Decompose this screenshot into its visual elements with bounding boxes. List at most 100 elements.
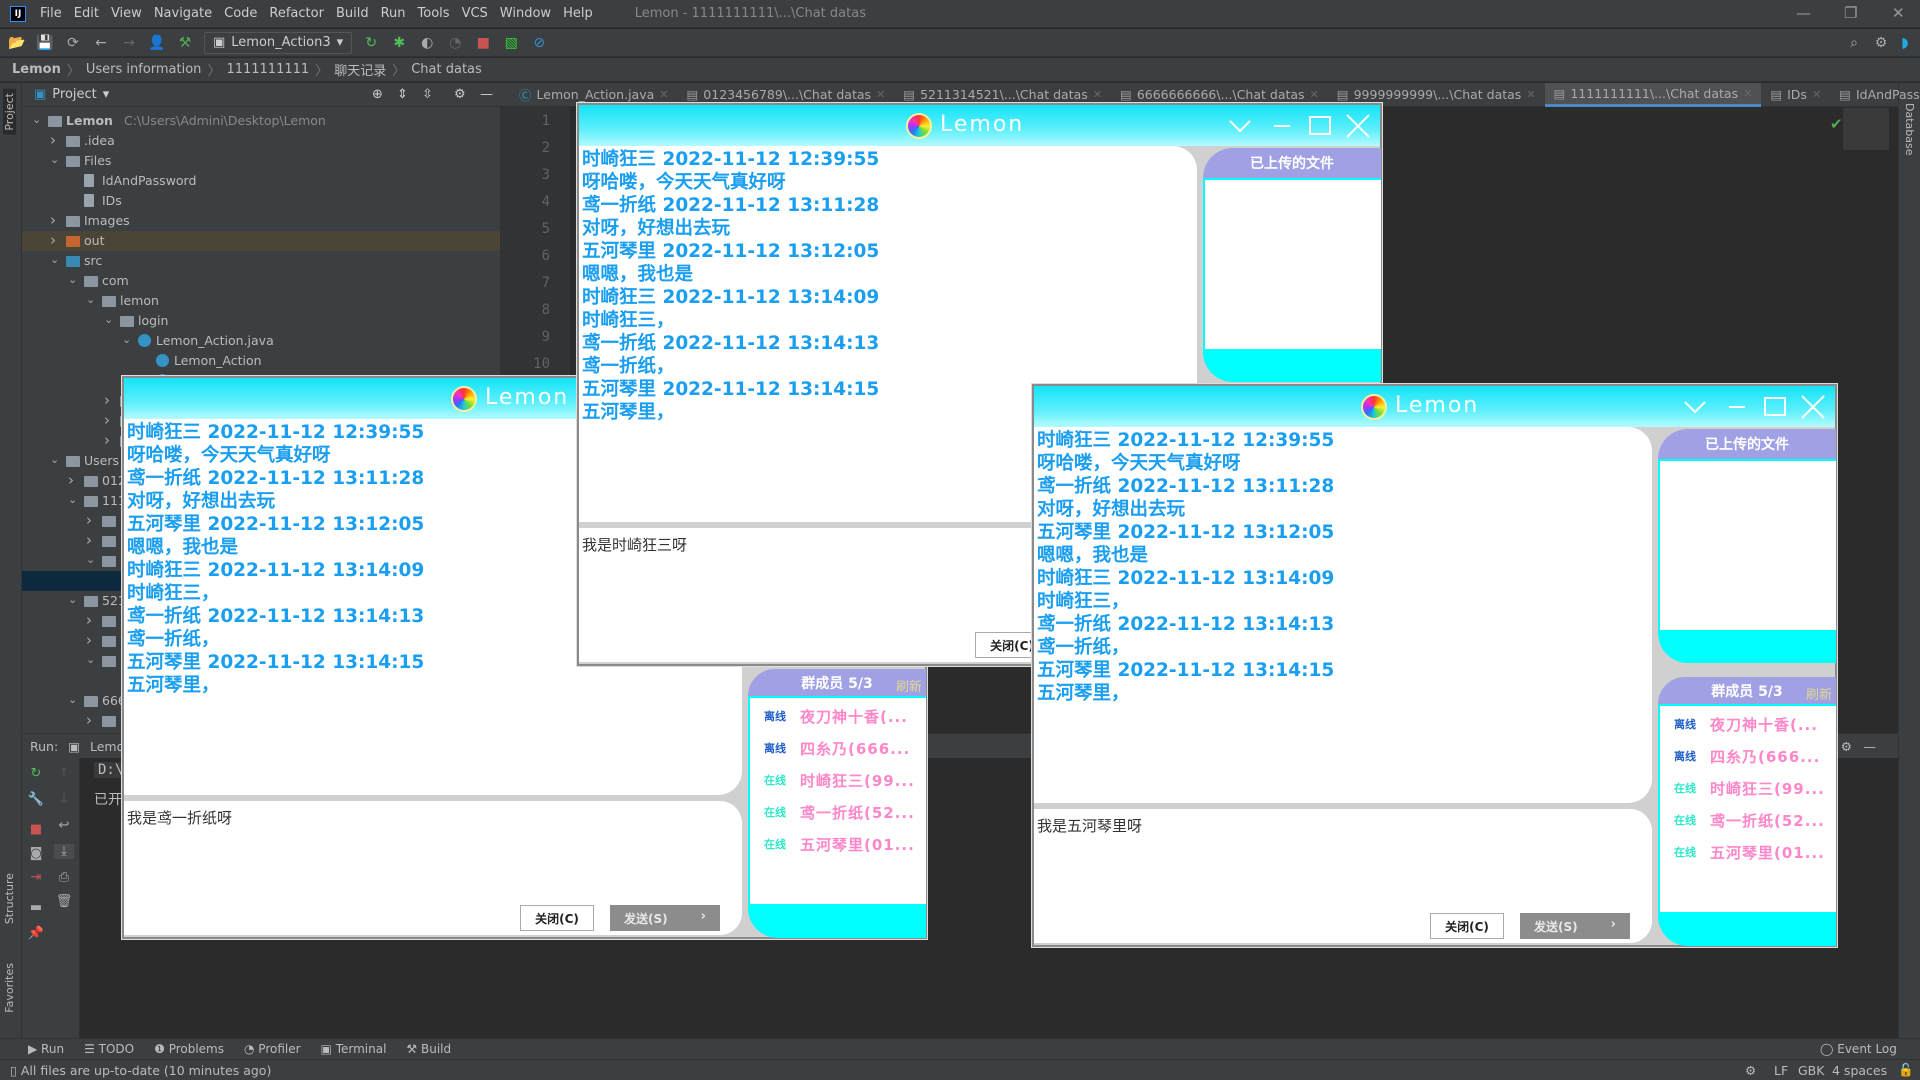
inspection-settings-icon[interactable]: ⚙ [1745, 1063, 1756, 1078]
event-log-button[interactable]: ◯ Event Log [1820, 1042, 1897, 1056]
chevron-right-icon[interactable]: › [86, 711, 92, 729]
close-tab-icon[interactable]: ✕ [876, 88, 885, 101]
collapse-all-icon[interactable]: ⇳ [422, 87, 433, 102]
hide-icon[interactable]: — [1864, 739, 1877, 754]
menu-refactor[interactable]: Refactor [269, 6, 324, 21]
exit-icon[interactable]: ⇥ [26, 870, 46, 885]
member-item[interactable]: 在线 时崎狂三(99... [1660, 772, 1836, 804]
tree-item[interactable]: ⌄ Files [22, 151, 500, 171]
close-button[interactable]: 关闭(C) [1430, 913, 1504, 939]
tree-item[interactable]: ⌄ lemon [22, 291, 500, 311]
lock-icon[interactable]: 🔓 [1898, 1062, 1914, 1078]
close-icon[interactable] [1345, 113, 1371, 139]
editor-tab[interactable]: ▤ IDs ✕ [1761, 83, 1830, 107]
settings-gear-icon[interactable]: ⚙ [1872, 35, 1890, 51]
tool-problems[interactable]: ❶ Problems [154, 1042, 224, 1056]
close-tab-icon[interactable]: ✕ [1093, 88, 1102, 101]
tool-run[interactable]: ▶ Run [28, 1042, 64, 1056]
tree-item[interactable]: › Images [22, 211, 500, 231]
tool-profiler[interactable]: ◔ Profiler [244, 1042, 301, 1056]
status-toggle-icon[interactable]: ▯ [10, 1063, 17, 1078]
member-item[interactable]: 在线 鸢一折纸(52... [1660, 804, 1836, 836]
indent-setting[interactable]: 4 spaces [1832, 1063, 1887, 1078]
database-tool-button[interactable]: Database [1903, 103, 1916, 156]
rerun-icon[interactable]: ↻ [26, 766, 46, 781]
forward-icon[interactable]: → [120, 35, 138, 51]
member-item[interactable]: 在线 五河琴里(01... [1660, 836, 1836, 868]
breadcrumb-item[interactable]: 聊天记录 [334, 60, 386, 79]
toolbox-icon[interactable]: ◗ [1896, 35, 1914, 51]
close-tab-icon[interactable]: ✕ [1812, 88, 1821, 101]
tree-item[interactable]: ⌄ Lemon_Action.java [22, 331, 500, 351]
chevron-right-icon[interactable]: › [86, 611, 92, 629]
chevron-right-icon[interactable]: › [86, 531, 92, 549]
refresh-button[interactable]: 刷新 [896, 676, 922, 695]
menu-vcs[interactable]: VCS [462, 6, 488, 21]
run-configuration-select[interactable]: ▣ Lemon_Action3 ▾ [204, 31, 353, 54]
chevron-down-icon[interactable]: ⌄ [68, 593, 77, 606]
member-item[interactable]: 离线 夜刀神十香(... [750, 700, 926, 732]
chevron-right-icon[interactable]: › [86, 631, 92, 649]
debug-bug-icon[interactable]: ✱ [390, 35, 408, 51]
maximize-icon[interactable] [1307, 113, 1333, 139]
breadcrumb-item[interactable]: Users information [86, 62, 202, 77]
close-tab-icon[interactable]: ✕ [1526, 88, 1535, 101]
down-arrow-icon[interactable]: ↓ [54, 792, 74, 807]
trash-icon[interactable]: 🗑 [54, 894, 74, 909]
close-tab-icon[interactable]: ✕ [1310, 88, 1319, 101]
tree-item[interactable]: › .idea [22, 131, 500, 151]
chevron-down-icon[interactable] [1682, 394, 1708, 420]
save-icon[interactable]: 💾 [36, 35, 54, 51]
scroll-to-end-icon[interactable]: ⤓ [54, 844, 74, 859]
refresh-button[interactable]: 刷新 [1806, 684, 1832, 703]
chevron-down-icon[interactable]: ⌄ [86, 293, 95, 306]
member-item[interactable]: 在线 鸢一折纸(52... [750, 796, 926, 828]
stop-icon[interactable]: ■ [26, 822, 46, 837]
hide-icon[interactable]: — [480, 87, 493, 102]
menu-file[interactable]: File [40, 6, 62, 21]
close-tab-icon[interactable]: ✕ [1743, 87, 1752, 100]
chevron-right-icon[interactable]: › [68, 471, 74, 489]
tool-todo[interactable]: ☰ TODO [84, 1042, 134, 1056]
chevron-right-icon[interactable]: › [50, 131, 56, 149]
tree-item[interactable]: IDs [22, 191, 500, 211]
structure-tool-button[interactable]: Structure [3, 873, 16, 924]
menu-navigate[interactable]: Navigate [154, 6, 212, 21]
file-encoding[interactable]: GBK [1798, 1063, 1824, 1078]
rerun-icon[interactable]: ↻ [362, 35, 380, 51]
menu-tools[interactable]: Tools [418, 6, 450, 21]
tree-item[interactable]: ⌄ com [22, 271, 500, 291]
menu-run[interactable]: Run [381, 6, 406, 21]
layout-icon[interactable]: ▬ [26, 900, 46, 915]
tool-terminal[interactable]: ▣ Terminal [321, 1042, 387, 1056]
tree-item[interactable]: IdAndPassword [22, 171, 500, 191]
menu-edit[interactable]: Edit [74, 6, 99, 21]
chevron-down-icon[interactable]: ⌄ [50, 453, 59, 466]
sync-icon[interactable]: ⟳ [64, 35, 82, 51]
close-button[interactable]: 关闭(C) [520, 905, 594, 931]
restore-icon[interactable]: ❐ [1844, 4, 1857, 22]
member-item[interactable]: 在线 五河琴里(01... [750, 828, 926, 860]
chevron-down-icon[interactable]: ⌄ [50, 153, 59, 166]
back-icon[interactable]: ← [92, 35, 110, 51]
chevron-down-icon[interactable]: ⌄ [68, 273, 77, 286]
settings-gear-icon[interactable]: ⚙ [454, 87, 466, 102]
chevron-right-icon[interactable]: › [104, 391, 110, 409]
user-icon[interactable]: 👤 [148, 35, 166, 51]
tree-item[interactable]: › out [22, 231, 500, 251]
chat-title-bar[interactable]: Lemon [1034, 386, 1835, 427]
no-entry-icon[interactable]: ⊘ [530, 35, 548, 51]
chevron-right-icon[interactable]: › [86, 511, 92, 529]
menu-code[interactable]: Code [224, 6, 257, 21]
chevron-right-icon[interactable]: › [50, 211, 56, 229]
stop-icon[interactable]: ■ [474, 35, 492, 51]
camera-icon[interactable]: ◙ [26, 846, 46, 861]
wrench-icon[interactable]: 🔧 [26, 792, 46, 807]
uploaded-files-list[interactable] [1203, 178, 1381, 351]
chevron-down-icon[interactable]: ⌄ [32, 113, 41, 126]
editor-tab[interactable]: ▤ 1111111111\...\Chat datas ✕ [1544, 82, 1762, 107]
member-item[interactable]: 离线 夜刀神十香(... [1660, 708, 1836, 740]
tree-item[interactable]: ⌄ src [22, 251, 500, 271]
settings-gear-icon[interactable]: ⚙ [1841, 739, 1852, 754]
menu-help[interactable]: Help [563, 6, 593, 21]
